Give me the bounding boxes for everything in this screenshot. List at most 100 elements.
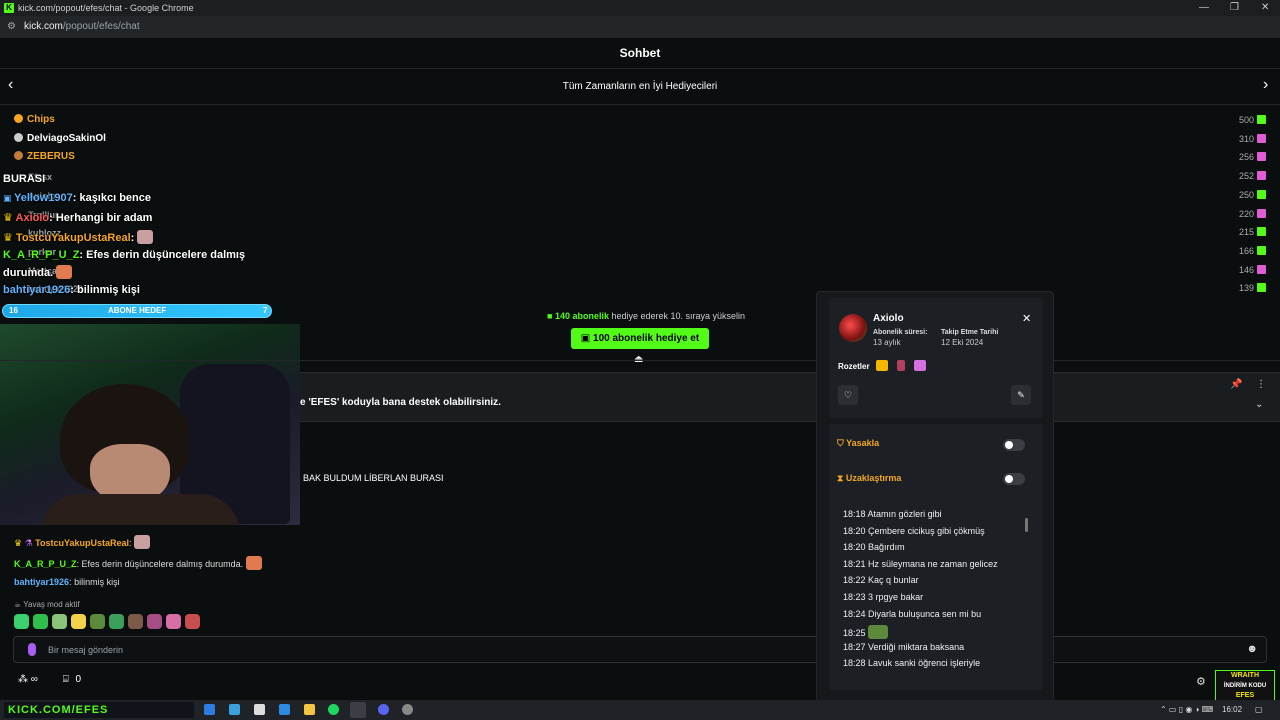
follow-heart-icon[interactable]: ♡ [838, 385, 858, 405]
overlay-chat-line: ♛ Axiolo: Herhangi bir adam [3, 211, 152, 224]
ban-toggle[interactable] [1003, 439, 1025, 451]
app-icon[interactable] [229, 704, 240, 715]
sub-goal-bar: 16 ABONE HEDEF 7 [2, 304, 272, 318]
promo-highlight: 140 abonelik [554, 311, 609, 321]
history-message: 18:27 Verdiği miktara baksana [843, 642, 964, 652]
overlay-chat-line: ▣ Yellow1907: kaşıkcı bence [3, 192, 151, 204]
mic-icon[interactable] [28, 643, 36, 656]
gift-box-icon[interactable]: ⌸ [63, 674, 69, 685]
restore-icon[interactable]: ❐ [1230, 2, 1239, 13]
mute-icon[interactable]: ✎ [1011, 385, 1031, 405]
history-time: 18:18 [843, 509, 866, 519]
history-text: Lavuk sanki öğrenci işleriyle [868, 658, 981, 669]
history-message: 18:20 Çembere cicikuş gibi çökmüş [843, 526, 985, 536]
chat-username[interactable]: TostcuYakupUstaReal [35, 538, 129, 548]
emote-icon[interactable] [128, 614, 143, 629]
chrome-icon-active[interactable] [350, 702, 366, 718]
taskbar-banner: KICK.COM/EFES [4, 702, 194, 718]
url-text[interactable]: kick.com/popout/efes/chat [24, 21, 140, 32]
gifter-row[interactable]: Chips [14, 114, 55, 132]
minimize-icon[interactable]: — [1199, 2, 1209, 13]
chevron-left-icon[interactable]: ‹ [8, 76, 13, 94]
gifter-count-value: 256 [1238, 152, 1254, 163]
history-time: 18:21 [843, 558, 866, 569]
sponsor-line2: İNDİRİM KODU [1223, 683, 1267, 689]
sponsor-banner: WRAITH İNDİRİM KODU EFES [1215, 670, 1275, 704]
emote-icon[interactable] [166, 614, 181, 629]
pin-icon[interactable]: 📌 [1230, 379, 1242, 390]
close-icon[interactable]: ✕ [1022, 312, 1031, 325]
mail-icon[interactable] [279, 704, 290, 715]
close-window-icon[interactable]: ✕ [1261, 2, 1269, 13]
chat-message: bahtiyar1926: bilinmiş kişi [14, 577, 120, 587]
gifter-count-value: 252 [1238, 171, 1254, 182]
gift-badge-icon [914, 360, 926, 371]
history-message: 18:21 Hz süleymana ne zaman gelicez [843, 559, 998, 569]
chat-input[interactable]: Bir mesaj gönderin ☻ [13, 636, 1267, 663]
emote-icon[interactable] [109, 614, 124, 629]
slow-mode-text: Yavaş mod aktif [23, 600, 80, 609]
url-path: /popout/efes/chat [62, 21, 140, 32]
emote-icon [137, 230, 154, 244]
gifter-count-value: 139 [1238, 283, 1254, 294]
edge-icon[interactable] [204, 704, 215, 715]
chevron-down-icon[interactable]: ⌄ [1255, 399, 1263, 410]
chevron-right-icon[interactable]: › [1263, 76, 1268, 94]
gift-icon [1257, 208, 1266, 218]
overlay-user: Axiolo [15, 212, 50, 224]
store-icon[interactable] [254, 704, 265, 715]
gift-icon [1257, 133, 1266, 143]
gifters-header: Tüm Zamanların en İyi Hediyecileri [0, 69, 1280, 105]
emoji-picker-icon[interactable]: ☻ [1246, 643, 1258, 655]
history-message: 18:28 Lavuk sanki öğrenci işleriyle [843, 658, 980, 668]
notifications-icon[interactable]: ▢ [1255, 705, 1263, 714]
spotify-icon[interactable] [328, 704, 339, 715]
overlay-text: : kaşıkcı bence [72, 192, 152, 204]
timeout-option: ⧗ Uzaklaştırma [837, 473, 901, 484]
chat-username[interactable]: bahtiyar1926 [14, 577, 69, 587]
overlay-user: K_A_R_P_U_Z [3, 249, 80, 261]
divider [0, 360, 1280, 361]
discord-icon[interactable] [378, 704, 389, 715]
overlay-text: durumda. [3, 267, 54, 279]
badges-label: Rozetler [838, 362, 870, 371]
chat-username[interactable]: K_A_R_P_U_Z [14, 559, 77, 569]
app-icon-2[interactable] [402, 704, 413, 715]
user-card: Axiolo Abonelik süresi: 13 aylık Takip E… [816, 291, 1054, 704]
scrollbar[interactable] [1025, 518, 1028, 532]
emote-icon[interactable] [14, 614, 29, 629]
more-options-icon[interactable]: ⋮ [1256, 379, 1266, 390]
timeout-label: Uzaklaştırma [845, 473, 902, 483]
gifter-count-value: 500 [1238, 115, 1254, 125]
gift-icon [1257, 152, 1266, 162]
window-title: kick.com/popout/efes/chat - Google Chrom… [18, 3, 194, 13]
gift-subs-button[interactable]: ▣ 100 abonelik hediye et [571, 328, 709, 349]
emote-icon[interactable] [185, 614, 200, 629]
feed-message: BAK BULDUM LİBERLAN BURASI [303, 473, 444, 483]
site-settings-icon[interactable]: ⚙ [7, 21, 16, 32]
gifter-count-value: 166 [1238, 245, 1254, 256]
gift-icon [1257, 245, 1266, 255]
timeout-toggle[interactable] [1003, 473, 1025, 485]
tray-icons[interactable]: ⌃ ▭ ▯ ◉ ◑ ⌨ [1160, 705, 1213, 714]
emote-icon[interactable] [33, 614, 48, 629]
emote-icon[interactable] [90, 614, 105, 629]
user-card-name: Axiolo [873, 313, 904, 324]
gifter-count: 256 [1206, 152, 1266, 162]
emote-icon[interactable] [52, 614, 67, 629]
settings-icon[interactable]: ⚙ [1196, 675, 1206, 688]
gift-icon [1257, 115, 1266, 124]
gifter-row[interactable]: ZEBERUS [14, 151, 75, 169]
emote-icon[interactable] [147, 614, 162, 629]
quick-emote-row [14, 614, 204, 634]
history-time: 18:22 [843, 575, 866, 586]
address-bar[interactable]: ⚙ kick.com/popout/efes/chat [0, 16, 1280, 38]
history-text: 3 rpgye bakar [868, 592, 924, 602]
gifter-row[interactable]: DelviagoSakinOl [14, 132, 106, 151]
history-time: 18:25 [843, 628, 866, 639]
twitch-icon: ▣ [3, 193, 15, 203]
points-icon[interactable]: ⁂ ∞ [18, 674, 38, 685]
emote-icon[interactable] [71, 614, 86, 629]
folder-icon[interactable] [304, 704, 315, 715]
gifter-name: ZEBERUS [27, 151, 75, 163]
